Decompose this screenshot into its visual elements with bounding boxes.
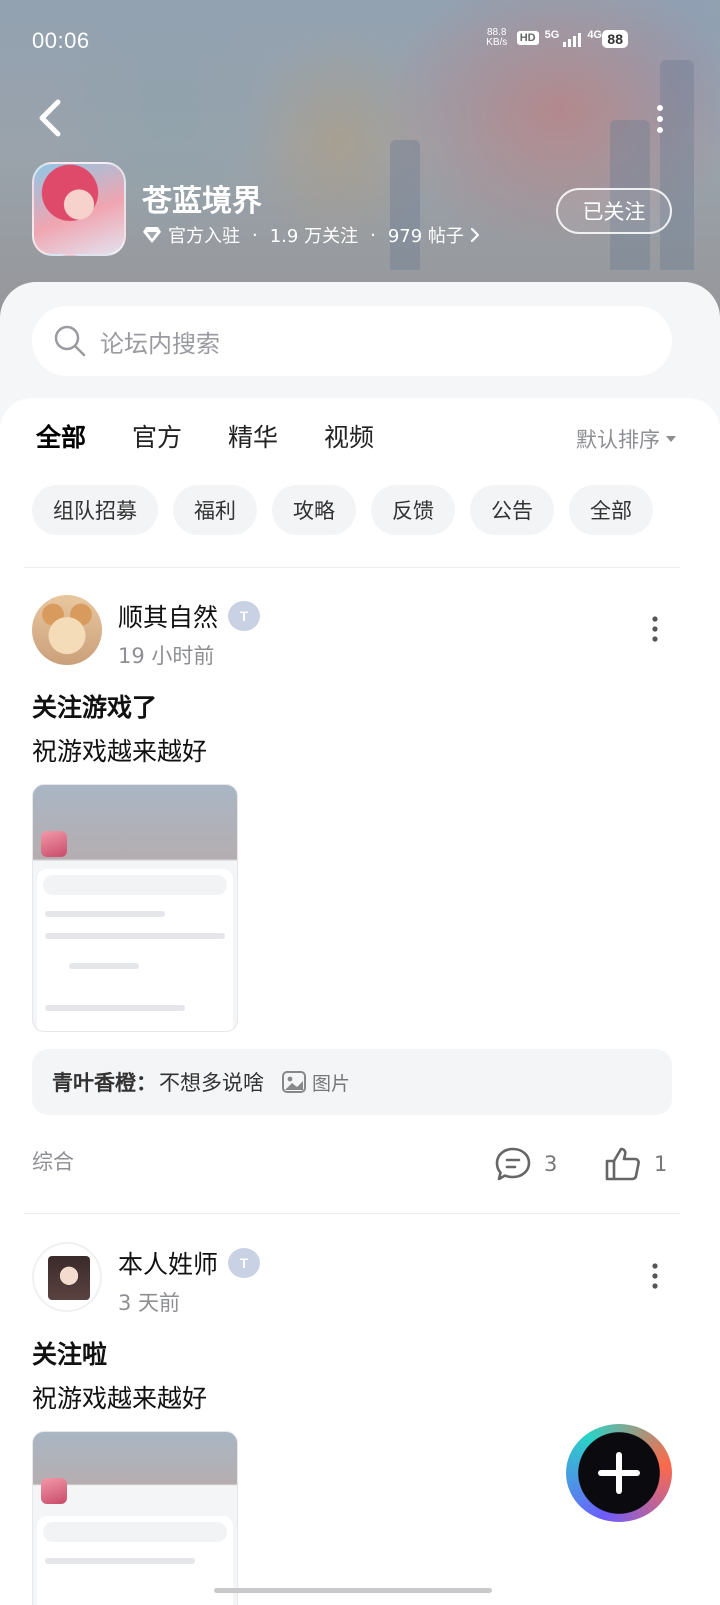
level-badge-glyph: T [239, 1255, 249, 1271]
author-name: 本人姓师 [118, 1250, 219, 1279]
reply-image-label: 图片 [312, 1072, 351, 1095]
status-bar: 00:06 88.8 KB/s HD 5G 4G 88 [0, 24, 720, 64]
tab-featured[interactable]: 精华 [228, 418, 278, 454]
avatar[interactable] [32, 1242, 102, 1312]
like-count: 1 [654, 1152, 668, 1176]
network-speed-unit: KB/s [486, 37, 508, 48]
more-vertical-icon [657, 105, 663, 133]
tab-official[interactable]: 官方 [132, 418, 182, 454]
thumbnail-detail [45, 1005, 185, 1011]
thumbnail-detail [45, 933, 225, 939]
post-author[interactable]: 顺其自然 T [118, 598, 261, 634]
network-speed: 88.8 KB/s [483, 28, 511, 48]
more-vertical-icon [652, 616, 658, 642]
avatar-image [48, 1256, 90, 1300]
hd-badge: HD [516, 31, 539, 45]
comment-icon [495, 1147, 531, 1181]
back-button[interactable] [32, 96, 72, 140]
thumbnail-detail [43, 875, 227, 895]
follow-button[interactable]: 已关注 [556, 188, 672, 234]
post-time: 3 天前 [118, 1291, 181, 1315]
forum-title: 苍蓝境界 [142, 184, 262, 219]
thumbnail-detail [41, 831, 67, 857]
post-body[interactable]: 祝游戏越来越好 [32, 732, 207, 768]
reply-image-indicator: 图片 [282, 1069, 350, 1096]
signal-5g-label: 5G [544, 29, 560, 41]
thumbnail-detail [69, 963, 139, 969]
forum-stats[interactable]: 官方入驻 · 1.9 万关注 · 979 帖子 [142, 222, 480, 248]
search-input[interactable]: 论坛内搜索 [32, 306, 672, 376]
sort-label: 默认排序 [576, 428, 660, 452]
signal-5g-icon: 5G [545, 29, 582, 47]
chip-all[interactable]: 全部 [569, 485, 653, 535]
post-footer: 综合 3 1 [32, 1146, 672, 1181]
post-image-thumbnail[interactable] [32, 1431, 238, 1605]
post-category-tag[interactable]: 综合 [32, 1146, 74, 1176]
post-image-thumbnail[interactable] [32, 784, 238, 1032]
home-indicator[interactable] [214, 1588, 492, 1593]
search-placeholder: 论坛内搜索 [100, 329, 220, 358]
chip-team-recruit[interactable]: 组队招募 [32, 485, 158, 535]
divider [24, 567, 680, 568]
battery-indicator: 88 [602, 30, 628, 48]
level-badge-icon: T [228, 601, 261, 631]
avatar[interactable] [32, 595, 102, 665]
reply-user: 青叶香橙： [52, 1071, 157, 1095]
thumbs-up-icon [605, 1147, 640, 1181]
caret-down-icon [666, 436, 676, 442]
like-button[interactable]: 1 [604, 1146, 667, 1182]
chevron-left-icon [39, 99, 61, 137]
separator-dot: · [370, 224, 376, 246]
diamond-icon [143, 227, 161, 243]
comment-count: 3 [544, 1152, 558, 1176]
posts-count: 979 帖子 [387, 226, 464, 247]
signal-4g-label: 4G [587, 29, 602, 41]
level-badge-glyph: T [239, 608, 249, 624]
tab-all[interactable]: 全部 [36, 418, 86, 456]
reply-text: 不想多说啥 [159, 1071, 264, 1095]
post-title[interactable]: 关注啦 [32, 1335, 107, 1371]
chip-announcements[interactable]: 公告 [470, 485, 554, 535]
create-post-button[interactable] [566, 1424, 672, 1522]
sort-dropdown[interactable]: 默认排序 [576, 424, 676, 454]
thumbnail-detail [41, 1478, 67, 1504]
official-label: 官方入驻 [168, 226, 240, 247]
thumbnail-detail [45, 1558, 195, 1564]
chevron-right-icon [470, 227, 480, 243]
post-more-button[interactable] [650, 1261, 660, 1291]
level-badge-icon: T [228, 1248, 261, 1278]
featured-reply[interactable]: 青叶香橙： 不想多说啥 图片 [32, 1049, 672, 1115]
comment-button[interactable]: 3 [494, 1146, 557, 1182]
post-time: 19 小时前 [118, 644, 215, 668]
plus-icon [598, 1452, 640, 1494]
status-time: 00:06 [32, 28, 90, 53]
more-vertical-icon [652, 1263, 658, 1289]
divider [24, 1213, 680, 1214]
post-body[interactable]: 祝游戏越来越好 [32, 1379, 207, 1415]
post-filter-tabs: 全部 官方 精华 视频 [36, 418, 374, 456]
thumbnail-detail [45, 911, 165, 917]
category-chips: 组队招募 福利 攻略 反馈 公告 全部 [32, 485, 653, 535]
chip-benefits[interactable]: 福利 [173, 485, 257, 535]
game-icon[interactable] [32, 162, 126, 256]
separator-dot: · [252, 224, 258, 246]
image-icon [282, 1071, 306, 1093]
post-author[interactable]: 本人姓师 T [118, 1245, 261, 1281]
chip-guides[interactable]: 攻略 [272, 485, 356, 535]
search-icon [54, 325, 86, 357]
tab-video[interactable]: 视频 [324, 418, 374, 454]
more-options-button[interactable] [652, 104, 668, 134]
chip-feedback[interactable]: 反馈 [371, 485, 455, 535]
post-title[interactable]: 关注游戏了 [32, 688, 157, 724]
post-more-button[interactable] [650, 614, 660, 644]
author-name: 顺其自然 [118, 603, 219, 632]
thumbnail-detail [43, 1522, 227, 1542]
followers-count: 1.9 万关注 [269, 226, 359, 247]
